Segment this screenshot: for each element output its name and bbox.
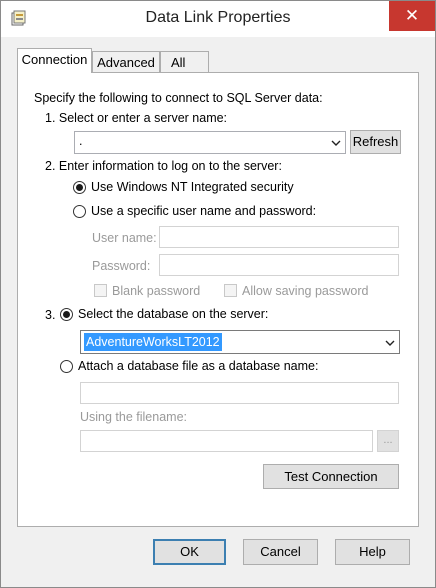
radio-specific-user[interactable] [73,205,86,218]
using-filename-label: Using the filename: [80,410,188,424]
attach-database-name-input[interactable] [80,382,399,404]
title-bar: Data Link Properties ✕ [1,1,435,37]
intro-text: Specify the following to connect to SQL … [34,91,323,105]
blank-password-label: Blank password [112,284,201,298]
radio-windows-security[interactable] [73,181,86,194]
ok-button[interactable]: OK [153,539,226,565]
step2-label: 2. Enter information to log on to the se… [45,159,282,173]
step1-label: 1. Select or enter a server name: [45,111,228,125]
radio-selected-dot [63,311,70,318]
test-connection-button[interactable]: Test Connection [263,464,399,489]
close-button[interactable]: ✕ [389,1,435,31]
chevron-down-icon[interactable] [385,339,395,347]
step3-number: 3. [45,308,56,322]
chevron-down-icon[interactable] [331,139,341,147]
radio-attach-label: Attach a database file as a database nam… [78,359,319,373]
tab-all-label: All [171,55,186,70]
radio-selected-dot [76,184,83,191]
database-combobox[interactable]: AdventureWorksLT2012 [80,330,400,354]
radio-specific-label: Use a specific user name and password: [91,204,317,218]
allow-saving-checkbox[interactable] [224,284,237,297]
tab-advanced[interactable]: Advanced [92,51,160,73]
filename-input[interactable] [80,430,373,452]
cancel-label: Cancel [260,544,301,559]
radio-select-db-label: Select the database on the server: [78,307,269,321]
server-name-value: . [79,134,83,148]
radio-select-database[interactable] [60,308,73,321]
password-label: Password: [92,259,151,273]
blank-password-checkbox[interactable] [94,284,107,297]
cancel-button[interactable]: Cancel [243,539,318,565]
allow-saving-label: Allow saving password [242,284,369,298]
browse-button[interactable]: ... [377,430,399,452]
username-input[interactable] [159,226,399,248]
tab-connection-label: Connection [21,52,88,67]
radio-attach-file[interactable] [60,360,73,373]
window-title: Data Link Properties [145,9,291,26]
browse-label: ... [383,434,393,446]
tab-advanced-label: Advanced [97,55,155,70]
close-icon: ✕ [404,6,420,26]
refresh-button[interactable]: Refresh [350,130,401,154]
help-button[interactable]: Help [335,539,410,565]
tab-connection[interactable]: Connection [17,48,92,73]
tab-all[interactable]: All [160,51,209,73]
test-connection-label: Test Connection [284,469,378,484]
refresh-label: Refresh [352,134,399,149]
password-input[interactable] [159,254,399,276]
username-label: User name: [92,231,157,245]
ok-label: OK [180,544,199,559]
server-name-combobox[interactable]: . [74,131,346,154]
help-label: Help [359,544,386,559]
database-value: AdventureWorksLT2012 [84,333,222,351]
radio-windows-label: Use Windows NT Integrated security [91,180,294,194]
dialog-window: Data Link Properties ✕ Connection Advanc… [0,0,436,588]
